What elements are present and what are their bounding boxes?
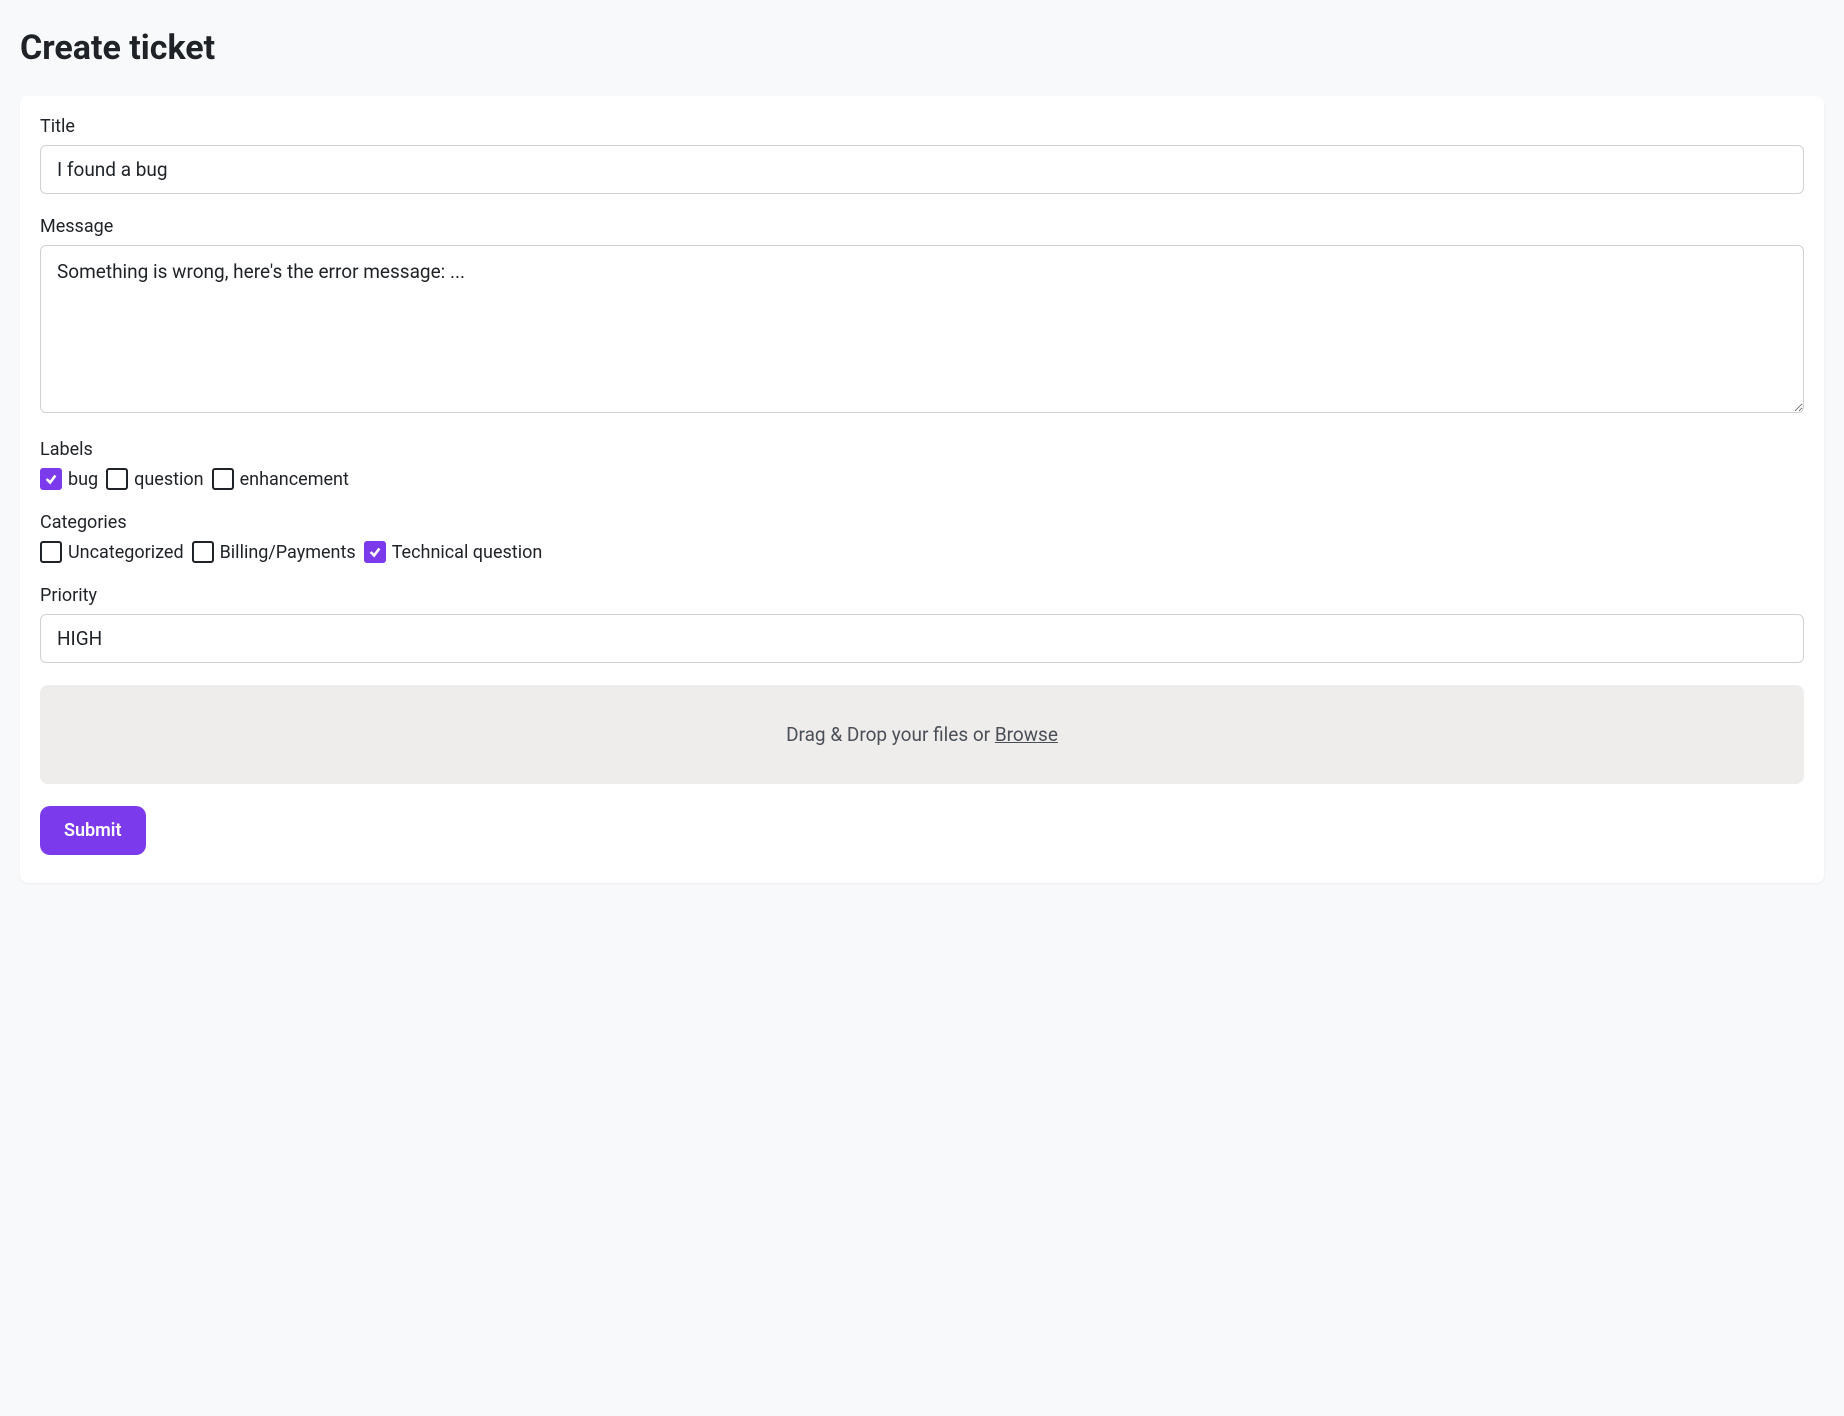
title-label: Title xyxy=(40,116,1804,137)
file-dropzone[interactable]: Drag & Drop your files or Browse xyxy=(40,685,1804,784)
category-checkbox-technical[interactable]: Technical question xyxy=(364,541,543,563)
category-checkbox-billing[interactable]: Billing/Payments xyxy=(192,541,356,563)
categories-label: Categories xyxy=(40,512,1804,533)
page-title: Create ticket xyxy=(20,28,1824,68)
browse-link[interactable]: Browse xyxy=(995,723,1058,746)
ticket-form-card: Title Message Labels bug que xyxy=(20,96,1824,883)
checkbox-label: question xyxy=(134,469,203,490)
checkbox-label: Uncategorized xyxy=(68,542,184,563)
categories-field-group: Categories Uncategorized Billing/Payment… xyxy=(40,512,1804,563)
label-checkbox-bug[interactable]: bug xyxy=(40,468,98,490)
categories-row: Uncategorized Billing/Payments Technical… xyxy=(40,541,1804,563)
category-checkbox-uncategorized[interactable]: Uncategorized xyxy=(40,541,184,563)
priority-field-group: Priority HIGH xyxy=(40,585,1804,663)
dropzone-text: Drag & Drop your files or xyxy=(786,723,995,746)
labels-label: Labels xyxy=(40,439,1804,460)
checkbox-label: enhancement xyxy=(240,469,349,490)
checkbox-label: Billing/Payments xyxy=(220,542,356,563)
checkbox-box xyxy=(192,541,214,563)
checkbox-box xyxy=(364,541,386,563)
title-field-group: Title xyxy=(40,116,1804,194)
message-field-group: Message xyxy=(40,216,1804,417)
checkbox-box xyxy=(212,468,234,490)
priority-select[interactable]: HIGH xyxy=(40,614,1804,663)
submit-button[interactable]: Submit xyxy=(40,806,146,855)
label-checkbox-enhancement[interactable]: enhancement xyxy=(212,468,349,490)
checkbox-box xyxy=(106,468,128,490)
check-icon xyxy=(368,545,382,559)
checkbox-box xyxy=(40,541,62,563)
labels-row: bug question enhancement xyxy=(40,468,1804,490)
message-label: Message xyxy=(40,216,1804,237)
checkbox-label: bug xyxy=(68,469,98,490)
labels-field-group: Labels bug question xyxy=(40,439,1804,490)
check-icon xyxy=(44,472,58,486)
message-textarea[interactable] xyxy=(40,245,1804,413)
priority-label: Priority xyxy=(40,585,1804,606)
checkbox-box xyxy=(40,468,62,490)
title-input[interactable] xyxy=(40,145,1804,194)
label-checkbox-question[interactable]: question xyxy=(106,468,203,490)
checkbox-label: Technical question xyxy=(392,542,543,563)
